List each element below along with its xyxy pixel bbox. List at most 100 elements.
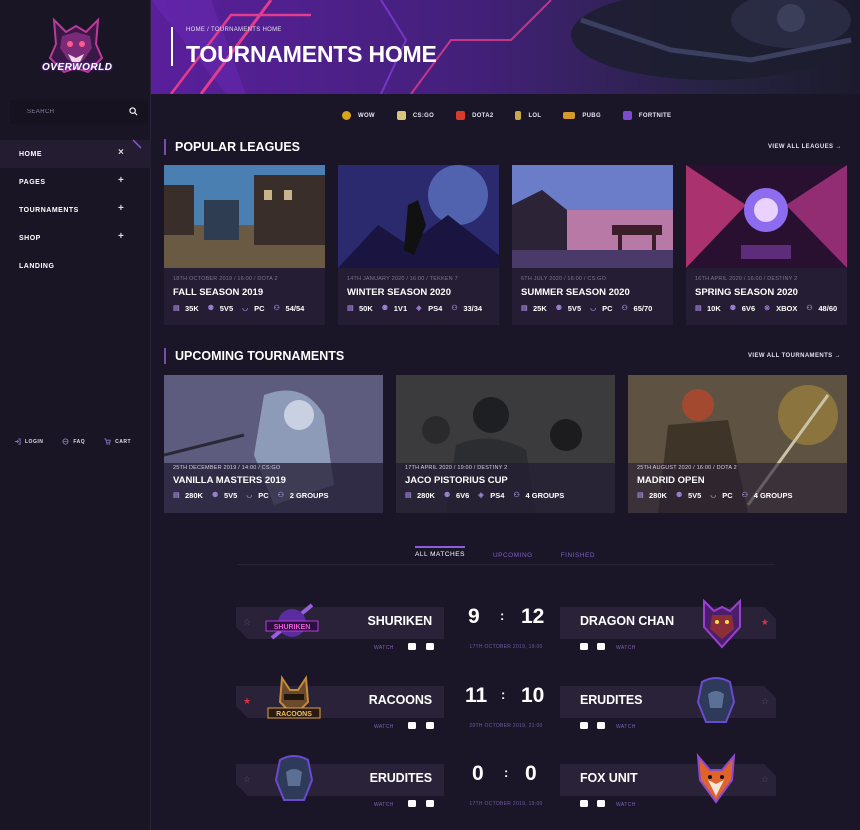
twitch-icon[interactable] [426,800,434,807]
active-indicator-icon [132,139,142,149]
tabs-divider [237,564,775,565]
game-filter-lol[interactable]: LOL [515,111,541,120]
login-link[interactable]: LOGIN [14,438,43,445]
tab-finished[interactable]: FINISHED [561,548,595,564]
team1-name: ERUDITES [369,771,433,785]
nav-item-landing[interactable]: LANDING [0,252,151,280]
league-meta: 14TH JANUARY 2020 / 16:00 / TEKKEN 7 [347,276,458,282]
stat-slots: 48/60 [818,304,838,313]
team-size-icon: ⚉ [729,305,737,312]
tournament-meta: 25TH AUGUST 2020 / 16:00 / DOTA 2 [637,465,737,471]
league-title: FALL SEASON 2019 [173,287,264,298]
league-stats: ▤ 25K ⚉ 5V5 ◡ PC ⚇ 65/70 [521,304,661,313]
tournament-card[interactable]: 25TH DECEMBER 2019 / 14:00 / CS:GO VANIL… [164,375,383,513]
breadcrumb[interactable]: HOME / TOURNAMENTS HOME [186,27,282,33]
nav-item-home[interactable]: HOME × [0,140,151,168]
stat-format: 5V5 [567,304,582,313]
platform-icon: ◈ [478,492,484,499]
league-card[interactable]: 16TH APRIL 2020 / 16:00 / DESTINY 2 SPRI… [686,165,847,325]
favorite-star-icon[interactable]: ☆ [243,618,251,627]
tournament-stats: ▤ 280K ⚉ 6V6 ◈ PS4 ⚇ 4 GROUPS [405,491,573,500]
stat-format: 5V5 [223,491,238,500]
favorite-star-icon[interactable]: ☆ [761,697,769,706]
view-all-leagues-link[interactable]: VIEW ALL LEAGUES → [768,144,842,150]
watch-label[interactable]: WATCH [374,802,394,808]
view-all-tournaments-link[interactable]: VIEW ALL TOURNAMENTS → [748,353,841,359]
match-date: 20TH OCTOBER 2019, 21:00 [469,723,543,729]
search-icon[interactable] [129,107,138,116]
players-icon: ⚇ [621,305,628,312]
arrow-right-icon: → [835,144,842,150]
section-accent [164,139,166,155]
youtube-icon[interactable] [408,722,416,729]
plus-icon[interactable]: + [118,232,124,242]
twitch-icon[interactable] [426,722,434,729]
tournament-card[interactable]: 17TH APRIL 2020 / 19:00 / DESTINY 2 JACO… [396,375,615,513]
plus-icon[interactable]: + [118,204,124,214]
prize-icon: ▤ [521,305,528,312]
league-card[interactable]: 18TH OCTOBER 2019 / 16:00 / DOTA 2 FALL … [164,165,325,325]
youtube-icon[interactable] [408,800,416,807]
racoons-wordmark: RACOONS [276,711,312,718]
game-filter-fortnite[interactable]: FORTNITE [622,111,671,120]
youtube-icon[interactable] [580,643,588,650]
league-card[interactable]: 14TH JANUARY 2020 / 16:00 / TEKKEN 7 WIN… [338,165,499,325]
watch-label[interactable]: WATCH [616,645,636,651]
tab-all-matches[interactable]: ALL MATCHES [415,546,465,562]
watch-label[interactable]: WATCH [616,802,636,808]
team-size-icon: ⚉ [211,492,219,499]
watch-label[interactable]: WATCH [616,724,636,730]
stat-prize: 280K [185,491,203,500]
sidebar-nav: HOME × PAGES + TOURNAMENTS + SHOP + LANDING [0,140,151,280]
nav-item-shop[interactable]: SHOP + [0,224,151,252]
groups-icon: ⚇ [513,492,520,499]
stat-prize: 10K [707,304,721,313]
twitch-icon[interactable] [597,643,605,650]
league-card[interactable]: 6TH JULY 2020 / 16:00 / CS:GO SUMMER SEA… [512,165,673,325]
search-input[interactable] [10,100,120,124]
match-row: ☆ ★ SHURIKEN SHURIKEN 9 : 12 DRAGON CHAN… [236,598,776,651]
game-filter-dota2[interactable]: DOTA2 [456,111,493,120]
favorite-star-icon[interactable]: ★ [243,697,251,706]
tab-upcoming[interactable]: UPCOMING [493,548,533,564]
league-title: SUMMER SEASON 2020 [521,287,630,298]
twitch-icon[interactable] [597,722,605,729]
stat-platform: PC [254,304,265,313]
favorite-star-icon[interactable]: ☆ [243,775,251,784]
league-image [338,165,499,268]
team2-name: FOX UNIT [580,771,638,785]
cart-link[interactable]: CART [104,438,131,445]
watch-label[interactable]: WATCH [374,645,394,651]
twitch-icon[interactable] [597,800,605,807]
nav-item-tournaments[interactable]: TOURNAMENTS + [0,196,151,224]
team-size-icon: ⚉ [675,492,683,499]
favorite-star-icon[interactable]: ☆ [761,775,769,784]
tournament-stats: ▤ 280K ⚉ 5V5 ◡ PC ⚇ 2 GROUPS [173,491,337,500]
tournament-meta: 17TH APRIL 2020 / 19:00 / DESTINY 2 [405,465,508,471]
team1-score: 9 [468,605,480,628]
view-all-label: VIEW ALL TOURNAMENTS [748,353,833,359]
game-filter-pubg[interactable]: PUBG [563,111,601,120]
plus-icon[interactable]: + [118,176,124,186]
youtube-icon[interactable] [408,643,416,650]
stat-platform: PC [602,304,613,313]
fox-unit-team-logo [696,753,736,804]
game-filter-csgo[interactable]: CS:GO [396,111,434,120]
nav-item-pages[interactable]: PAGES + [0,168,151,196]
faq-link[interactable]: FAQ [62,438,85,445]
page-title: TOURNAMENTS HOME [186,41,437,67]
close-icon[interactable]: × [118,148,124,158]
nav-label: LANDING [19,262,55,270]
favorite-star-icon[interactable]: ★ [761,618,769,627]
match-tabs: ALL MATCHES UPCOMING FINISHED [415,546,623,564]
game-filter-bar: WOW CS:GO DOTA2 LOL PUBG FORTNITE [342,111,693,120]
game-filter-wow[interactable]: WOW [342,111,375,120]
youtube-icon[interactable] [580,800,588,807]
twitch-icon[interactable] [426,643,434,650]
wow-icon [342,111,351,120]
fortnite-icon [622,111,632,120]
tournament-card[interactable]: 25TH AUGUST 2020 / 16:00 / DOTA 2 MADRID… [628,375,847,513]
match-row: ★ ☆ RACOONS RACOONS 11 : 10 ERUDITES WAT… [236,675,776,730]
watch-label[interactable]: WATCH [374,724,394,730]
youtube-icon[interactable] [580,722,588,729]
